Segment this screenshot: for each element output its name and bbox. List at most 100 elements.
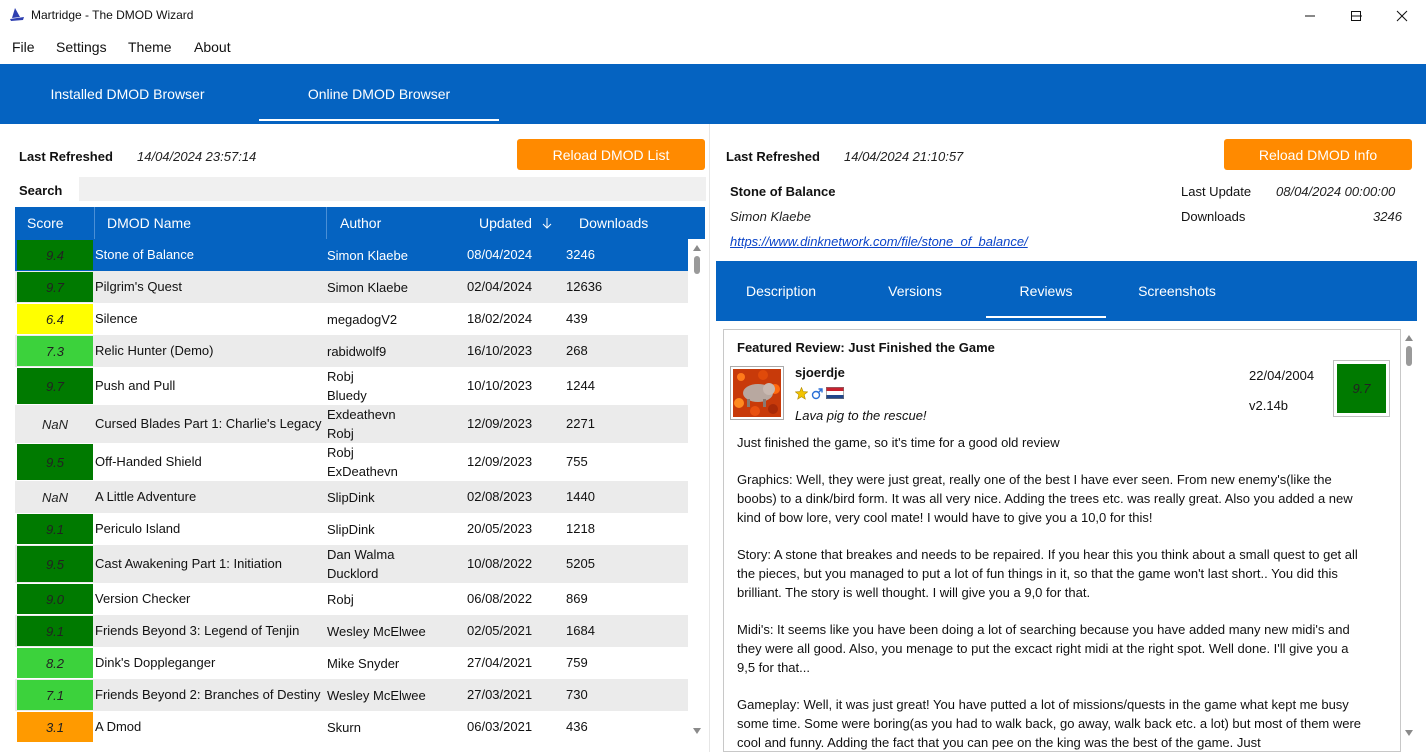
- author-cell: Wesley McElwee: [327, 686, 465, 705]
- updated-cell: 08/04/2024: [467, 247, 533, 262]
- tab-reviews[interactable]: Reviews: [986, 261, 1106, 321]
- author-name: Robj: [327, 591, 354, 607]
- dmod-name-cell: A Little Adventure: [95, 489, 197, 504]
- scroll-up-icon[interactable]: [1405, 335, 1413, 341]
- table-row[interactable]: 9.4 Stone of Balance Simon Klaebe 08/04/202…: [15, 239, 688, 271]
- dmod-name-cell: A Dmod: [95, 719, 142, 734]
- table-row[interactable]: 6.4 Silence megadogV2 18/02/2024 439: [15, 303, 688, 335]
- dmod-name-cell: Pilgrim's Quest: [95, 279, 183, 294]
- column-separator[interactable]: [94, 207, 95, 239]
- downloads-cell: 869: [566, 591, 588, 606]
- updated-cell: 06/08/2022: [467, 591, 533, 606]
- updated-cell: 16/10/2023: [467, 343, 533, 358]
- menu-file[interactable]: File: [12, 39, 35, 55]
- table-row[interactable]: 3.1 A Dmod Skurn 06/03/2021 436: [15, 711, 688, 743]
- updated-cell: 02/08/2023: [467, 489, 533, 504]
- last-update-value: 08/04/2024 00:00:00: [1276, 184, 1396, 199]
- updated-cell: 06/03/2021: [467, 719, 533, 734]
- downloads-label: Downloads: [1181, 209, 1246, 224]
- downloads-cell: 1218: [566, 521, 595, 536]
- table-row[interactable]: 9.7 Push and Pull Robj Bluedy 10/10/2023 1244: [15, 367, 688, 405]
- review-scrollbar[interactable]: [1401, 329, 1417, 752]
- avatar: [730, 366, 784, 420]
- menu-theme[interactable]: Theme: [128, 39, 172, 55]
- downloads-cell: 2271: [566, 416, 595, 431]
- scroll-up-icon[interactable]: [693, 245, 701, 251]
- dmod-name-cell: Silence: [95, 311, 138, 326]
- column-separator[interactable]: [326, 207, 327, 239]
- dmod-page-link[interactable]: https://www.dinknetwork.com/file/stone_o…: [730, 234, 1028, 249]
- info-last-refreshed-value: 14/04/2024 21:10:57: [844, 149, 964, 164]
- menu-about[interactable]: About: [194, 39, 231, 55]
- table-row[interactable]: 9.0 Version Checker Robj 06/08/2022 869: [15, 583, 688, 615]
- downloads-cell: 436: [566, 719, 588, 734]
- review-card: Featured Review: Just Finished the Game …: [723, 329, 1401, 752]
- author-name: Ducklord: [327, 566, 379, 581]
- table-row[interactable]: 9.5 Cast Awakening Part 1: Initiation Dan …: [15, 545, 688, 583]
- tab-installed-dmod-browser[interactable]: Installed DMOD Browser: [0, 64, 255, 124]
- score-cell: 9.4: [17, 240, 93, 270]
- author-cell: Exdeathevn Robj: [327, 405, 465, 443]
- score-cell: 8.2: [17, 648, 93, 678]
- downloads-cell: 759: [566, 655, 588, 670]
- author-cell: megadogV2: [327, 310, 465, 329]
- dmod-name-cell: Cast Awakening Part 1: Initiation: [95, 556, 282, 571]
- reload-dmod-info-button[interactable]: Reload DMOD Info: [1224, 139, 1412, 170]
- column-header-downloads[interactable]: Downloads: [579, 207, 648, 239]
- scroll-down-icon[interactable]: [1405, 730, 1413, 736]
- maximize-icon: [1351, 11, 1361, 21]
- grid-scrollbar[interactable]: [689, 239, 705, 752]
- tab-online-dmod-browser[interactable]: Online DMOD Browser: [259, 64, 499, 124]
- author-name: Mike Snyder: [327, 655, 400, 671]
- scroll-thumb[interactable]: [1406, 346, 1412, 366]
- scroll-thumb[interactable]: [694, 256, 700, 274]
- downloads-cell: 1684: [566, 623, 595, 638]
- author-name: Skurn: [327, 719, 361, 735]
- score-cell: NaN: [41, 416, 68, 432]
- tab-versions[interactable]: Versions: [866, 261, 964, 321]
- dmod-name-cell: Off-Handed Shield: [95, 454, 202, 469]
- sort-descending-icon: [542, 218, 552, 229]
- column-header-dmod-name[interactable]: DMOD Name: [107, 207, 191, 239]
- dmod-name-cell: Periculo Island: [95, 521, 181, 536]
- column-header-score[interactable]: Score: [27, 207, 64, 239]
- minimize-button-2[interactable]: [1287, 0, 1333, 32]
- table-row[interactable]: 8.2 Dink's Doppleganger Mike Snyder 27/04/2…: [15, 647, 688, 679]
- author-name: Robj: [327, 369, 354, 384]
- maximize-button-2[interactable]: [1333, 0, 1379, 32]
- reload-dmod-list-button[interactable]: Reload DMOD List: [517, 139, 705, 170]
- close-button[interactable]: [1379, 0, 1425, 32]
- tab-description[interactable]: Description: [730, 261, 832, 321]
- dmod-name-cell: Stone of Balance: [95, 247, 195, 262]
- author-name: Robj: [327, 445, 354, 460]
- menu-settings[interactable]: Settings: [56, 39, 107, 55]
- table-row[interactable]: 7.3 Relic Hunter (Demo) rabidwolf9 16/10/20…: [15, 335, 688, 367]
- panel-divider[interactable]: [709, 124, 710, 752]
- table-row[interactable]: 9.7 Pilgrim's Quest Simon Klaebe 02/04/2024…: [15, 271, 688, 303]
- column-header-author[interactable]: Author: [340, 207, 381, 239]
- review-body: Just finished the game, so it's time for…: [737, 433, 1365, 751]
- table-row[interactable]: 9.1 Friends Beyond 3: Legend of Tenjin Wes…: [15, 615, 688, 647]
- table-row[interactable]: 9.1 Periculo Island SlipDink 20/05/2023 1218: [15, 513, 688, 545]
- review-title: Featured Review: Just Finished the Game: [737, 340, 995, 355]
- author-cell: Dan Walma Ducklord: [327, 545, 465, 583]
- updated-cell: 12/09/2023: [467, 454, 533, 469]
- menu-bar: File Settings Theme About: [0, 32, 1426, 64]
- column-header-updated[interactable]: Updated: [479, 207, 552, 239]
- column-header-updated-label: Updated: [479, 215, 532, 231]
- author-cell: SlipDink: [327, 520, 465, 539]
- updated-cell: 02/04/2024: [467, 279, 533, 294]
- author-cell: SlipDink: [327, 488, 465, 507]
- table-row[interactable]: NaN Cursed Blades Part 1: Charlie's Legac…: [15, 405, 688, 443]
- scroll-down-icon[interactable]: [693, 728, 701, 734]
- downloads-cell: 755: [566, 454, 588, 469]
- reviewer-tagline: Lava pig to the rescue!: [795, 408, 927, 423]
- score-cell: NaN: [41, 489, 68, 505]
- table-row[interactable]: NaN A Little Adventure SlipDink 02/08/2023 1…: [15, 481, 688, 513]
- table-row[interactable]: 7.1 Friends Beyond 2: Branches of Destiny…: [15, 679, 688, 711]
- search-input[interactable]: [79, 177, 706, 201]
- tab-screenshots[interactable]: Screenshots: [1128, 261, 1226, 321]
- reviewer-name[interactable]: sjoerdje: [795, 365, 845, 380]
- table-row[interactable]: 9.5 Off-Handed Shield Robj ExDeathevn 12/09/…: [15, 443, 688, 481]
- dmod-name-cell: Relic Hunter (Demo): [95, 343, 214, 358]
